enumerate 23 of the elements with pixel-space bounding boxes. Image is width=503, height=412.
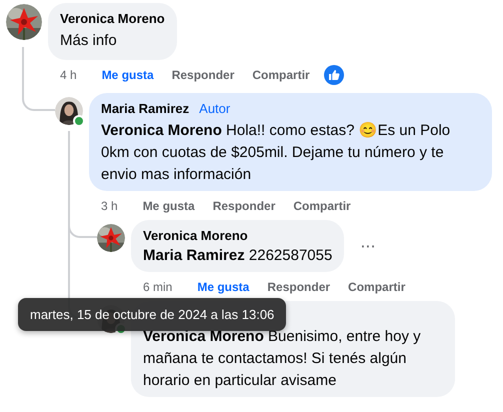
author-name[interactable]: Maria Ramirez [101, 100, 190, 118]
action-link[interactable]: Responder [172, 68, 234, 82]
timestamp-link[interactable]: 3 h [101, 199, 118, 213]
like-reaction-icon[interactable] [324, 65, 344, 85]
comment-text: Veronica Moreno Hola!! como estas? 😊Es un Polo 0km con cuotas de $205mil. Dejame tu número y te envio mas información [101, 121, 452, 185]
author-name[interactable]: Veronica Moreno [143, 227, 248, 245]
author-label: Autor [199, 100, 230, 118]
online-indicator [73, 115, 85, 127]
action-link[interactable]: Responder [267, 280, 330, 294]
action-link[interactable]: Me gusta [142, 199, 195, 213]
action-link[interactable]: Compartir [293, 199, 351, 213]
comment-text: Maria Ramirez 2262587055 [143, 246, 332, 266]
timestamp-link[interactable]: 6 min [143, 280, 172, 294]
action-link[interactable]: Me gusta [102, 68, 154, 82]
action-link[interactable]: Me gusta [197, 280, 250, 294]
comment-text: Más info [60, 31, 118, 51]
tooltip: martes, 15 de octubre de 2024 a las 13:06 [18, 298, 286, 331]
more-options-button[interactable]: ··· [356, 236, 380, 256]
author-name[interactable]: Veronica Moreno [60, 10, 165, 28]
action-link[interactable]: Compartir [348, 280, 406, 294]
action-link[interactable]: Compartir [252, 68, 310, 82]
timestamp-link[interactable]: 4 h [60, 68, 77, 82]
action-link[interactable]: Responder [212, 199, 276, 213]
